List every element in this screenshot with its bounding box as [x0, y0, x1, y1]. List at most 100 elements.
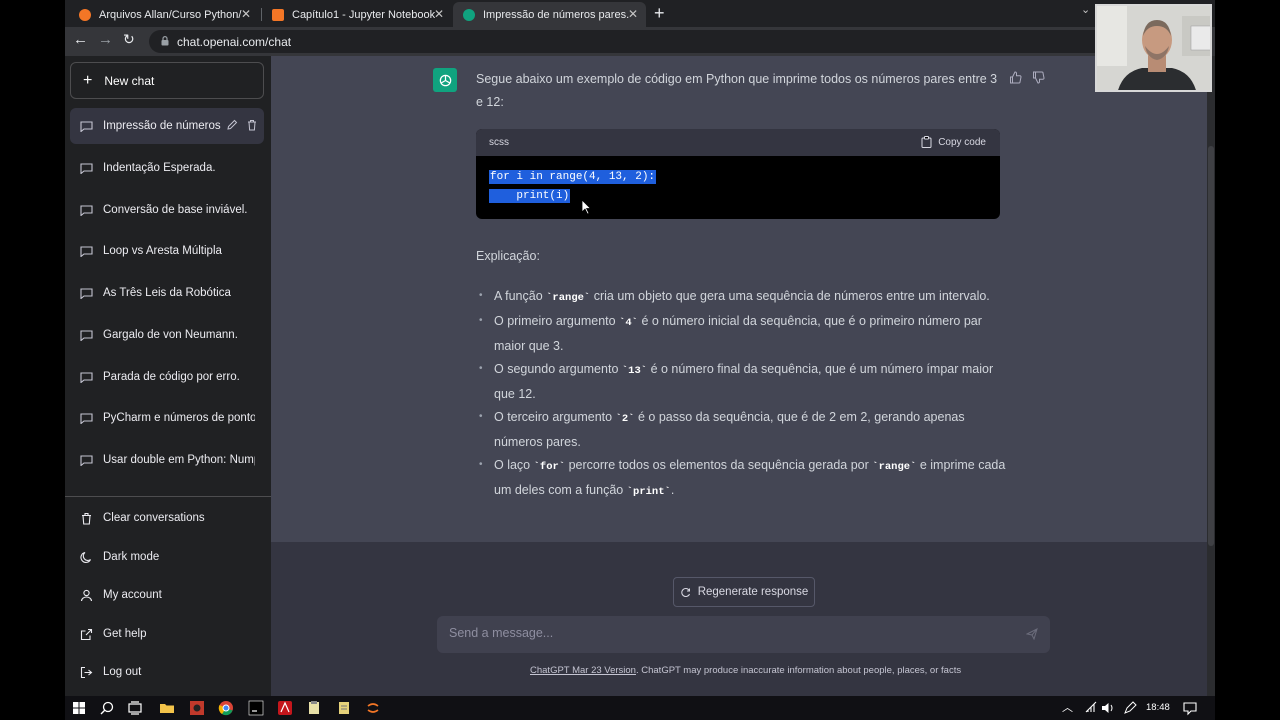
code-language: scss — [489, 137, 509, 148]
refresh-icon — [680, 587, 690, 597]
conversation-label: Usar double em Python: Nump — [103, 454, 255, 466]
new-chat-button[interactable]: + New chat — [70, 62, 264, 99]
text: O laço — [494, 458, 534, 472]
conversation-item-active[interactable]: Impressão de números — [70, 108, 264, 144]
selected-code-text: for i in range(4, 13, 2): — [489, 170, 657, 184]
explanation-list: A função `range` cria um objeto que gera… — [476, 284, 1006, 504]
new-tab-button[interactable]: + — [654, 3, 665, 24]
dark-mode-button[interactable]: Dark mode — [70, 540, 264, 574]
code-body[interactable]: for i in range(4, 13, 2): print(i) — [489, 168, 657, 206]
address-bar[interactable]: chat.openai.com/chat ⇱ — [149, 30, 1189, 53]
list-item: O laço `for` percorre todos os elementos… — [476, 453, 1006, 504]
conversation-item[interactable]: Gargalo de von Neumann. — [70, 317, 264, 353]
recorder-app-icon[interactable] — [189, 700, 205, 716]
my-account-button[interactable]: My account — [70, 578, 264, 612]
url-text: chat.openai.com/chat — [177, 35, 292, 49]
notes-app-icon[interactable] — [306, 700, 322, 716]
message-composer — [437, 616, 1050, 653]
code-block: scss Copy code for i in range(4, 13, 2):… — [476, 129, 1000, 219]
chat-bubble-icon — [80, 245, 93, 257]
thumbs-down-icon[interactable] — [1032, 71, 1045, 84]
notifications-icon[interactable] — [1182, 700, 1198, 716]
acrobat-icon[interactable] — [277, 700, 293, 716]
forward-icon[interactable]: → — [98, 31, 113, 48]
inline-code: `4` — [619, 317, 638, 329]
chrome-icon[interactable] — [218, 700, 234, 716]
conversation-label: Parada de código por erro. — [103, 371, 240, 383]
jupyter-icon[interactable] — [365, 700, 381, 716]
text: A função — [494, 289, 547, 303]
disclaimer-text: . ChatGPT may produce inaccurate informa… — [635, 665, 962, 676]
notepad-icon[interactable] — [336, 700, 352, 716]
close-icon[interactable]: ✕ — [241, 7, 251, 21]
chatgpt-logo-icon — [433, 68, 457, 92]
screen: { "browser": { "tabs": [ {"title": "Arqu… — [0, 0, 1280, 720]
text: cria um objeto que gera uma sequência de… — [590, 289, 990, 303]
moon-icon — [80, 551, 91, 563]
trash-icon[interactable] — [246, 119, 258, 131]
version-link[interactable]: ChatGPT Mar 23 Version — [530, 665, 636, 676]
chat-bubble-icon — [80, 371, 93, 383]
reload-icon[interactable]: ↻ — [123, 31, 135, 48]
conversation-item[interactable]: Usar double em Python: Nump — [70, 442, 264, 478]
webcam-overlay — [1095, 4, 1212, 92]
log-out-button[interactable]: Log out — [70, 655, 264, 689]
volume-icon[interactable] — [1100, 700, 1116, 716]
tab-title: Impressão de números pares. — [483, 8, 630, 21]
edit-icon[interactable] — [226, 119, 238, 131]
text: O primeiro argumento — [494, 314, 620, 328]
conversation-item[interactable]: PyCharm e números de ponto — [70, 400, 264, 436]
chevron-down-icon[interactable]: ⌄ — [1081, 3, 1090, 16]
conversation-item[interactable]: Loop vs Aresta Múltipla — [70, 233, 264, 269]
pycharm-icon[interactable] — [248, 700, 264, 716]
get-help-button[interactable]: Get help — [70, 617, 264, 651]
regenerate-response-button[interactable]: Regenerate response — [673, 577, 815, 607]
tab-chatgpt[interactable]: Impressão de números pares. ✕ — [453, 2, 646, 27]
user-icon — [80, 589, 93, 601]
message-input[interactable] — [449, 626, 1009, 640]
clock[interactable]: 18:48 — [1146, 702, 1170, 713]
mouse-pointer-icon — [581, 199, 591, 215]
text: percorre todos os elementos da sequência… — [565, 458, 873, 472]
pen-icon[interactable] — [1122, 700, 1138, 716]
windows-taskbar: ︿ 18:48 — [65, 696, 1215, 720]
conversation-item[interactable]: Conversão de base inviável. — [70, 192, 264, 228]
conversation-item[interactable]: Parada de código por erro. — [70, 359, 264, 395]
menu-label: My account — [103, 589, 162, 601]
lock-icon — [161, 36, 169, 46]
windows-start-icon[interactable] — [71, 700, 87, 716]
conversation-item[interactable]: Indentação Esperada. — [70, 150, 264, 186]
menu-label: Log out — [103, 666, 142, 678]
message-intro: Segue abaixo um exemplo de código em Pyt… — [476, 72, 998, 109]
code-header: scss Copy code — [476, 129, 1000, 156]
clear-conversations-button[interactable]: Clear conversations — [70, 501, 264, 535]
tab-jupyter-notebook[interactable]: Capítulo1 - Jupyter Notebook ✕ — [262, 2, 452, 27]
sidebar-divider — [65, 496, 271, 497]
inline-code: `range` — [546, 292, 591, 304]
send-icon[interactable] — [1026, 628, 1038, 640]
selected-code-text: print(i) — [489, 189, 571, 203]
task-view-icon[interactable] — [127, 700, 143, 716]
conversation-label: Loop vs Aresta Múltipla — [103, 245, 222, 257]
copy-code-button[interactable]: Copy code — [921, 136, 986, 148]
search-icon[interactable] — [99, 700, 115, 716]
scrollbar-thumb[interactable] — [1208, 146, 1214, 546]
thumbs-up-icon[interactable] — [1009, 71, 1022, 84]
chat-bubble-icon — [80, 454, 93, 466]
conversation-item[interactable]: As Três Leis da Robótica — [70, 275, 264, 311]
conversation-label: As Três Leis da Robótica — [103, 287, 231, 299]
tray-chevron-icon[interactable]: ︿ — [1062, 699, 1078, 715]
text: O terceiro argumento — [494, 410, 616, 424]
menu-label: Clear conversations — [103, 512, 205, 524]
close-icon[interactable]: ✕ — [628, 7, 638, 21]
logout-icon — [80, 666, 93, 678]
code-line: for i in range(4, 13, 2): — [489, 168, 657, 187]
inline-code: `2` — [615, 413, 635, 425]
close-icon[interactable]: ✕ — [434, 7, 444, 21]
network-icon[interactable] — [1083, 700, 1099, 716]
file-explorer-icon[interactable] — [159, 700, 175, 716]
explanation-heading: Explicação: — [476, 249, 540, 263]
tab-strip: Arquivos Allan/Curso Python/ ✕ Capítulo1… — [65, 0, 1215, 27]
back-icon[interactable]: ← — [73, 31, 88, 48]
tab-jupyter-files[interactable]: Arquivos Allan/Curso Python/ ✕ — [69, 2, 259, 27]
